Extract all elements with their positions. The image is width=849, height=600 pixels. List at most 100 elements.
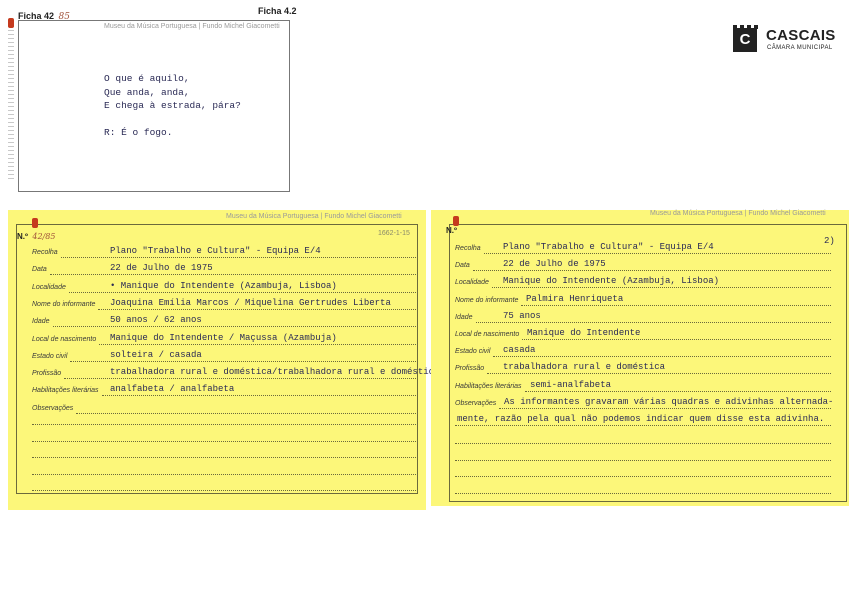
field-row: Estado civil solteira / casada [32, 346, 416, 362]
field-dotted-line [499, 407, 831, 409]
field-label: Localidade [455, 279, 489, 287]
field-dotted-line [99, 343, 416, 345]
punch-tick [8, 66, 14, 67]
field-label: Local de nascimento [32, 335, 97, 343]
field-label: Idade [455, 313, 473, 321]
observations-blank-line [455, 459, 831, 461]
field-dotted-line [102, 395, 416, 397]
card-right-red-mark [453, 216, 459, 226]
punch-tick [8, 138, 14, 139]
field-label: Localidade [32, 283, 66, 291]
field-value: Manique do Intendente (Azambuja, Lisboa) [503, 276, 720, 287]
punch-tick [8, 154, 14, 155]
card-left-museum: Museu da Música Portuguesa | Fundo Miche… [226, 213, 402, 220]
field-row: Data 22 de Julho de 1975 [455, 255, 831, 272]
field-row: Recolha Plano "Trabalho e Cultura" - Equi… [32, 242, 416, 258]
riddle-line: R: É o fogo. [104, 127, 173, 138]
punch-tick [8, 174, 14, 175]
punch-tick [8, 38, 14, 39]
punch-tick [8, 90, 14, 91]
observations-blank-line [455, 476, 831, 477]
field-label: Data [32, 266, 47, 274]
punch-tick [8, 118, 14, 119]
observations-blank-line [32, 440, 416, 442]
field-row: Observações As informantes gravaram vária… [455, 393, 833, 409]
field-row: Nome do informante Palmira Henriqueta [455, 290, 831, 306]
field-dotted-line [76, 412, 416, 414]
field-row: Data 22 de Julho de 1975 [32, 259, 416, 276]
punch-tick [8, 158, 14, 159]
field-label: Idade [32, 318, 50, 326]
riddle-line: Que anda, anda, [104, 86, 190, 98]
red-tab-mark [8, 18, 14, 28]
field-label: Nome do informante [455, 296, 519, 304]
field-value: Plano "Trabalho e Cultura" - Equipa E/4 [110, 246, 321, 256]
observations-blank-line [455, 492, 831, 494]
observations-continuation: mente, razão pela qual não podemos indic… [457, 414, 825, 424]
punch-tick [8, 114, 14, 115]
card-left-corner-code: 1662-1-15 [378, 230, 410, 237]
punch-tick [8, 166, 14, 167]
field-row: Localidade • Manique do Intendente (Azamb… [32, 277, 416, 293]
field-value: • Manique do Intendente (Azambuja, Lisbo… [110, 280, 337, 291]
field-label: Recolha [455, 245, 481, 252]
punch-tick [8, 74, 14, 75]
field-label: Observações [32, 404, 74, 412]
field-label: Estado civil [455, 348, 491, 356]
punch-tick [8, 82, 14, 83]
punch-tick [8, 58, 14, 59]
punch-tick [8, 162, 14, 163]
field-value: analfabeta / analfabeta [110, 384, 235, 395]
punch-tick [8, 130, 14, 131]
field-row: Idade 50 anos / 62 anos [32, 311, 416, 328]
field-dotted-line [522, 339, 831, 340]
field-label: Data [455, 262, 470, 270]
field-value: 22 de Julho de 1975 [110, 263, 213, 274]
field-dotted-line [69, 291, 416, 293]
punch-tick [8, 150, 14, 151]
punch-tick [8, 46, 14, 47]
top-card-museum: Museu da Música Portuguesa | Fundo Miche… [104, 23, 280, 30]
field-row: Observações [32, 398, 416, 414]
observations-blank-line [32, 457, 416, 458]
field-dotted-line [50, 274, 416, 276]
field-value: Manique do Intendente / Maçussa (Azambuj… [110, 332, 337, 343]
punch-tick [8, 78, 14, 79]
field-row: Idade 75 anos [455, 307, 831, 323]
punch-tick [8, 170, 14, 171]
field-label: Habilitações literárias [32, 387, 99, 395]
field-label: Habilitações literárias [455, 382, 522, 390]
punch-strip [6, 22, 16, 192]
field-row: Profissão trabalhadora rural e doméstica [455, 358, 831, 375]
field-value: semi-analfabeta [530, 379, 612, 390]
punch-tick [8, 34, 14, 35]
cascais-logo-name: CASCAIS [766, 27, 836, 44]
riddle-line [104, 113, 241, 127]
punch-tick [8, 50, 14, 51]
punch-tick [8, 54, 14, 55]
field-value: 22 de Julho de 1975 [503, 259, 606, 270]
cascais-logo-mark: C [733, 28, 757, 52]
card-right-museum: Museu da Música Portuguesa | Fundo Miche… [650, 210, 826, 217]
field-dotted-line [487, 373, 831, 375]
field-dotted-line [455, 425, 831, 426]
field-dotted-line [476, 321, 831, 323]
field-dotted-line [64, 378, 416, 380]
field-dotted-line [525, 390, 831, 392]
punch-tick [8, 122, 14, 123]
field-label: Estado civil [32, 352, 68, 360]
punch-tick [8, 42, 14, 43]
field-row: Profissão trabalhadora rural e doméstica/… [32, 363, 439, 380]
field-label: Nome do informante [32, 300, 96, 308]
field-row: Nome do informante Joaquina Emília Marcos… [32, 294, 416, 310]
field-label: Local de nascimento [455, 331, 520, 338]
punch-tick [8, 142, 14, 143]
field-row: Local de nascimento Manique do Intendente [455, 324, 831, 340]
field-value: trabalhadora rural e doméstica/trabalhad… [110, 367, 440, 378]
observations-blank-line [32, 490, 416, 491]
field-label: Profissão [455, 365, 485, 373]
field-row: Localidade Manique do Intendente (Azambuj… [455, 272, 831, 289]
field-dotted-line [484, 253, 831, 254]
field-dotted-line [61, 257, 416, 258]
riddle-line: E chega à estrada, pára? [104, 100, 241, 111]
